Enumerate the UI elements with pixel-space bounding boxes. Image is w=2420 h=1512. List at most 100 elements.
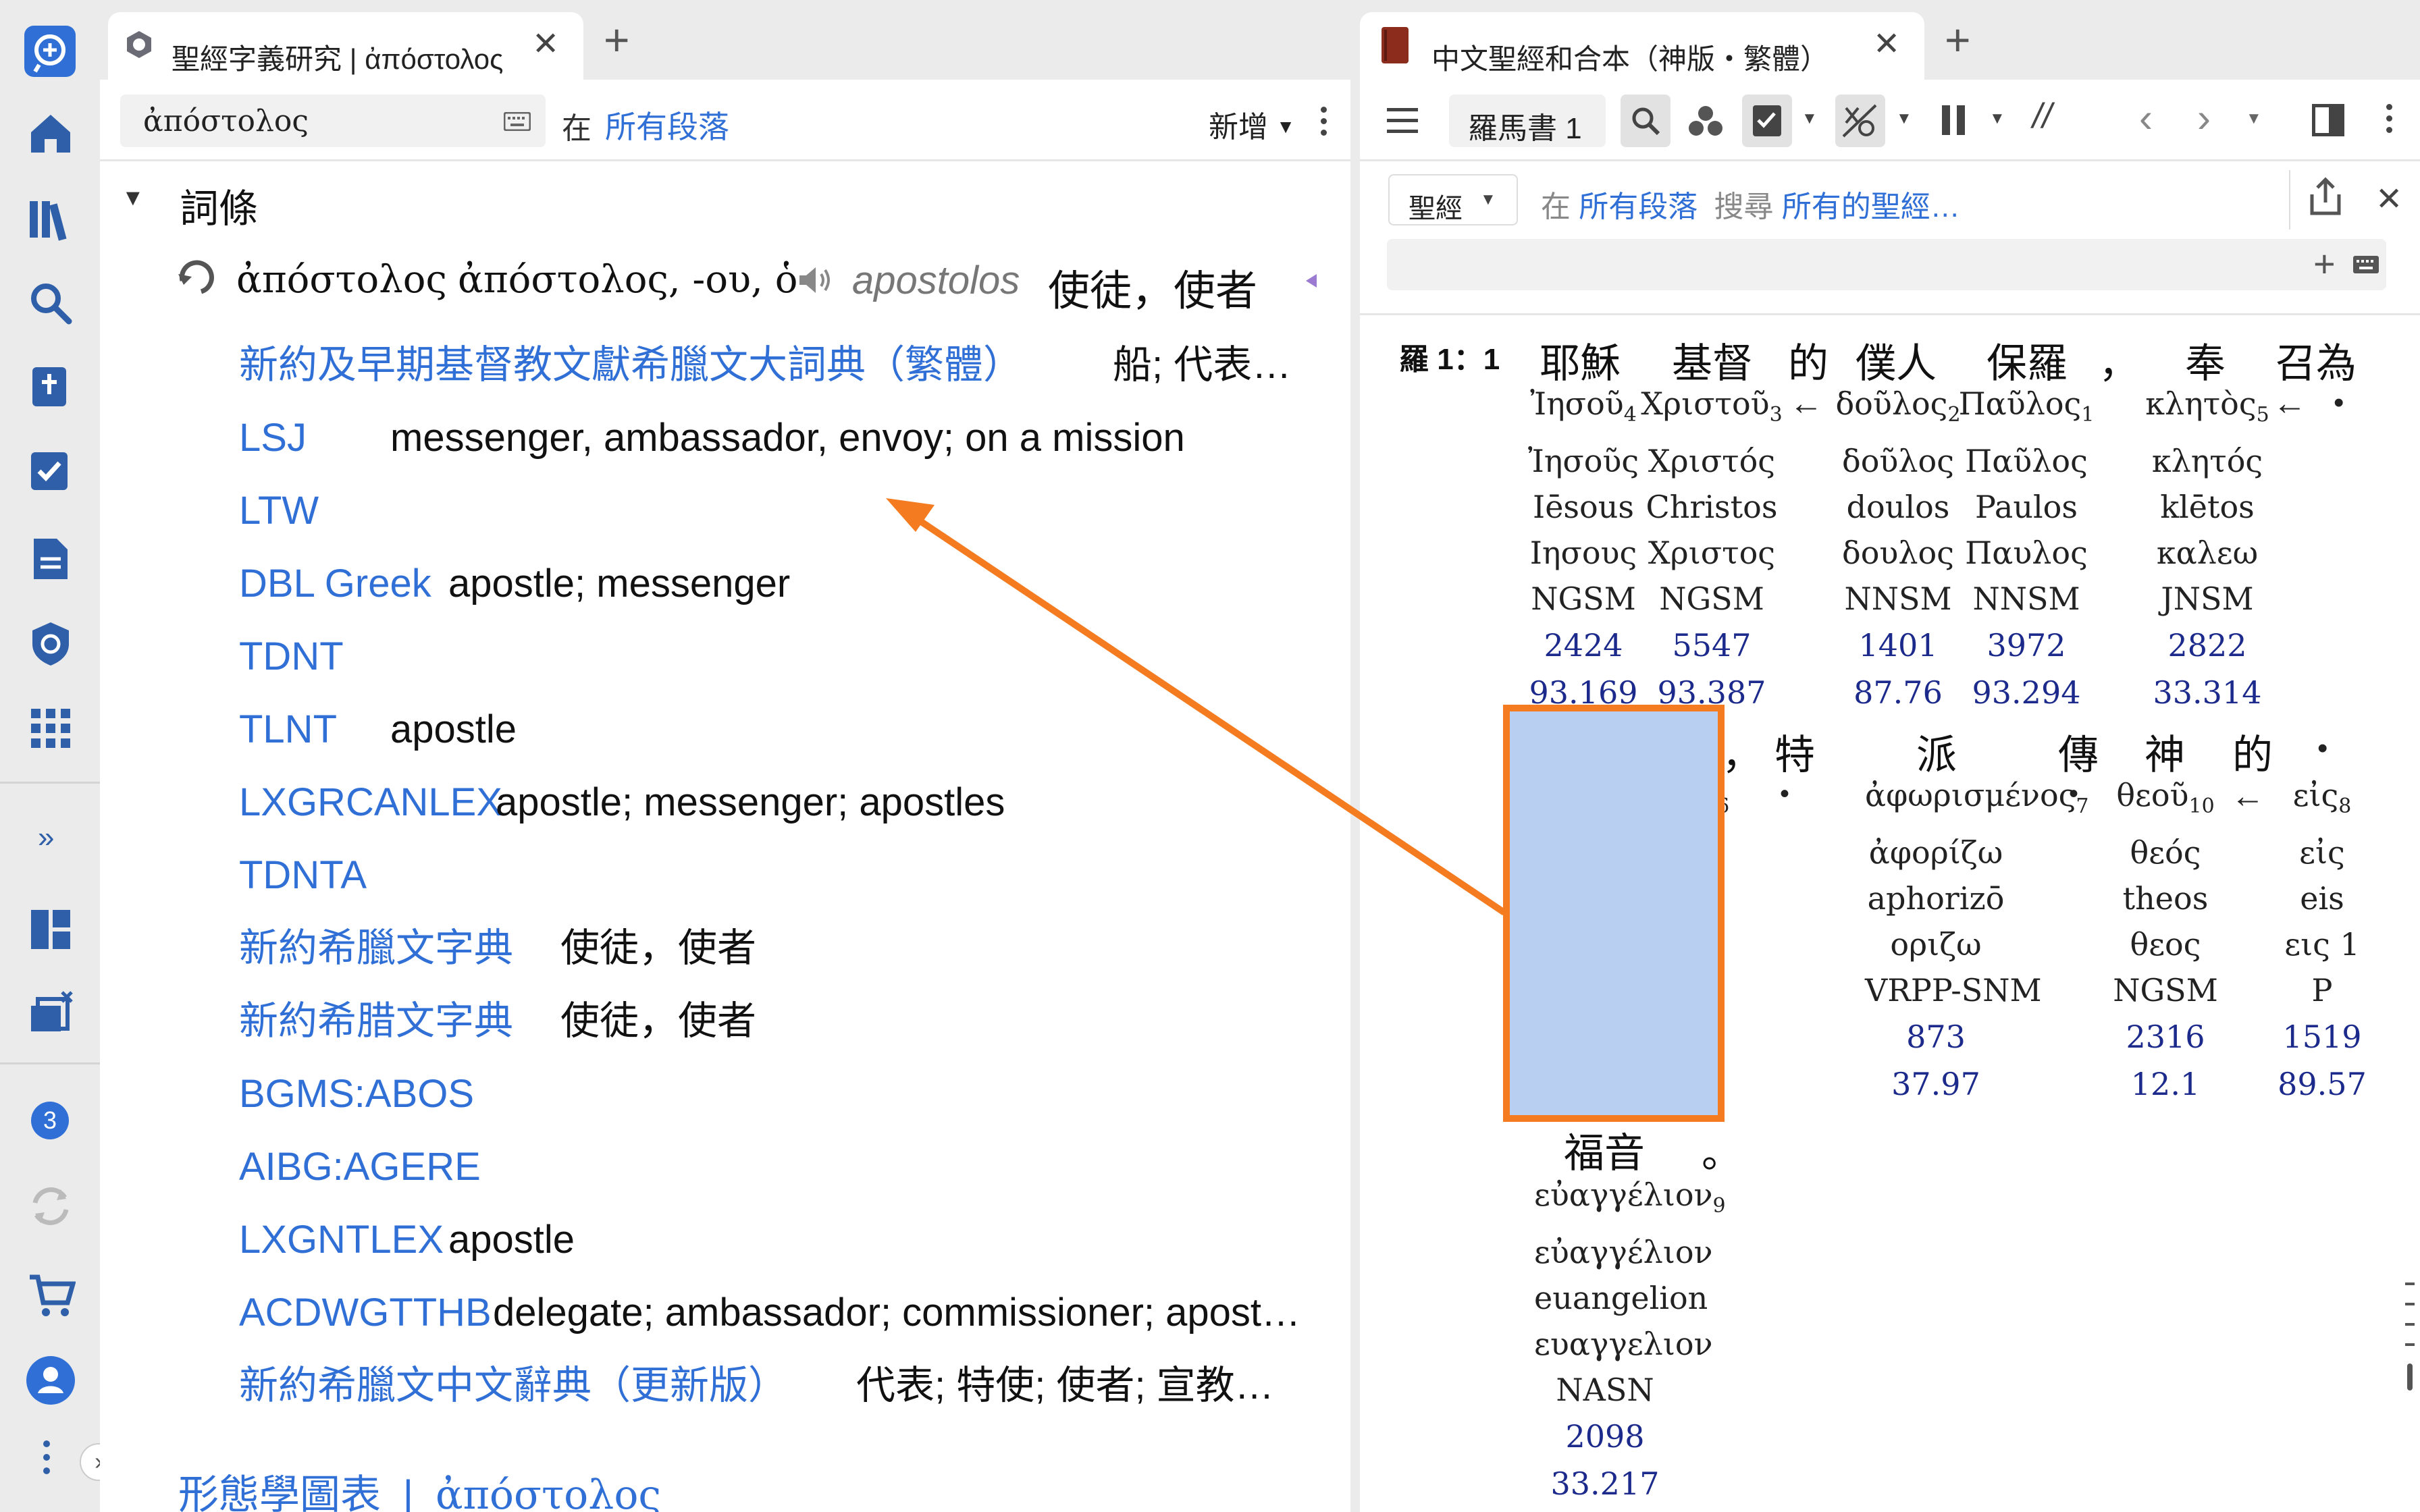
dictionary-source-link[interactable]: TDNT: [239, 637, 344, 676]
louw-nida-number[interactable]: 93.294: [1955, 669, 2097, 716]
chinese-word[interactable]: 神: [2145, 722, 2185, 781]
keyboard-icon[interactable]: [504, 112, 531, 131]
chevron-down-icon[interactable]: ▼: [2246, 109, 2262, 128]
library-icon[interactable]: [27, 196, 74, 243]
dictionary-source-link[interactable]: TLNT: [239, 710, 337, 749]
keyboard-icon[interactable]: [2352, 255, 2379, 274]
checklist-icon[interactable]: [28, 450, 73, 494]
lemma-cycle-icon[interactable]: [176, 256, 217, 298]
strong-number[interactable]: 2316: [2095, 1013, 2236, 1060]
close-tab-icon[interactable]: ✕: [532, 28, 559, 61]
home-icon[interactable]: [27, 109, 74, 157]
dictionary-source-link[interactable]: LTW: [239, 491, 319, 531]
dictionary-source-link[interactable]: DBL Greek: [239, 564, 431, 603]
shield-icon[interactable]: [28, 620, 73, 667]
dictionary-source-link[interactable]: TDNTA: [239, 856, 367, 895]
new-tab-button[interactable]: +: [604, 18, 630, 62]
lemma[interactable]: ἀπόστολος: [236, 258, 447, 302]
bibles-link[interactable]: 所有的聖經…: [1782, 190, 1960, 223]
strong-number[interactable]: 1519: [2251, 1013, 2393, 1060]
chinese-word[interactable]: 派: [1916, 722, 1957, 781]
highlighter-icon[interactable]: [1282, 270, 1322, 292]
dictionary-source-link[interactable]: LXGNTLEX: [239, 1220, 444, 1260]
tab-bible[interactable]: 中文聖經和合本（神版・繁體） ✕: [1360, 12, 1924, 80]
interlinear-word[interactable]: θεοῦ10 θεός theos θεος NGSM 2316 12.1: [2095, 772, 2236, 1108]
more-vertical-icon[interactable]: [43, 1440, 51, 1480]
notification-badge[interactable]: 3: [31, 1102, 69, 1139]
scope-link[interactable]: 所有段落: [605, 103, 729, 147]
apps-grid-icon[interactable]: [30, 707, 72, 749]
dictionary-source-link[interactable]: 新約及早期基督教文獻希臘文大詞典（繁體）: [239, 346, 1022, 385]
morph-lemma-link[interactable]: ἀπόστολος: [436, 1472, 661, 1512]
collapse-triangle-icon[interactable]: ▼: [122, 185, 144, 211]
dictionary-source-link[interactable]: AIBG:AGERE: [239, 1148, 481, 1187]
search-type-select[interactable]: 聖經 ▼: [1388, 174, 1518, 225]
interlinear-word[interactable]: εἰς8 εἰς eis εις 1 P 1519 89.57: [2251, 772, 2393, 1108]
interlinear-word[interactable]: Παῦλος1 Παῦλος Paulos Παυλος NNSM 3972 93.294: [1955, 381, 2097, 716]
search-input[interactable]: ἀπόστολος: [120, 94, 546, 147]
close-search-icon[interactable]: ✕: [2375, 184, 2402, 216]
account-icon[interactable]: [26, 1355, 76, 1405]
speaker-icon[interactable]: [797, 265, 835, 296]
dictionary-source-link[interactable]: 新約希腊文字典: [239, 1002, 513, 1041]
louw-nida-number[interactable]: 33.217: [1534, 1460, 1676, 1507]
chinese-word[interactable]: 召為: [2276, 331, 2357, 389]
strong-number[interactable]: 5547: [1641, 622, 1783, 669]
visual-filters-icon[interactable]: [1688, 104, 1723, 139]
bible-add-icon[interactable]: [30, 364, 72, 413]
chinese-word[interactable]: 的: [1788, 331, 1829, 389]
bible-search-input[interactable]: +: [1387, 239, 2386, 290]
dictionary-source-link[interactable]: 新約希臘文字典: [239, 929, 513, 968]
chinese-word[interactable]: 特: [1774, 722, 1815, 781]
louw-nida-number[interactable]: 37.97: [1865, 1060, 2007, 1108]
document-icon[interactable]: [31, 536, 70, 582]
new-tab-button[interactable]: +: [1945, 18, 1971, 62]
chinese-word[interactable]: ，: [1722, 722, 1762, 781]
more-vertical-icon[interactable]: [1321, 107, 1327, 136]
search-icon[interactable]: [27, 279, 74, 327]
chevron-down-icon[interactable]: ▼: [1801, 109, 1818, 128]
dictionary-source-link[interactable]: 新約希臘文中文辭典（更新版）: [239, 1366, 787, 1405]
strong-number[interactable]: 1401: [1827, 622, 1969, 669]
chevron-down-icon[interactable]: ▼: [1896, 109, 1912, 128]
strong-number[interactable]: 2098: [1534, 1413, 1676, 1460]
strong-number[interactable]: 2424: [1512, 622, 1654, 669]
morph-chart-link[interactable]: 形態學圖表: [178, 1472, 381, 1512]
sync-icon[interactable]: [27, 1183, 74, 1230]
search-button-bg[interactable]: [1621, 94, 1671, 147]
interlinear-word[interactable]: εὐαγγέλιον9 εὐαγγέλιον euangelion ευαγγελιο…: [1534, 1172, 1726, 1507]
louw-nida-number[interactable]: 87.76: [1827, 669, 1969, 716]
dictionary-source-link[interactable]: ACDWGTTHB: [239, 1293, 492, 1332]
expand-sidebar-icon[interactable]: »: [38, 821, 54, 855]
chinese-word[interactable]: 傳: [2058, 722, 2099, 781]
dictionary-source-link[interactable]: LSJ: [239, 418, 307, 458]
strong-number[interactable]: 873: [1865, 1013, 2007, 1060]
louw-nida-number[interactable]: 33.314: [2136, 669, 2278, 716]
add-term-icon[interactable]: +: [2313, 242, 2336, 286]
reference-box[interactable]: 羅馬書 1: [1449, 94, 1606, 147]
cart-icon[interactable]: [27, 1272, 76, 1319]
close-panels-icon[interactable]: [28, 990, 74, 1034]
strong-number[interactable]: 3972: [1955, 622, 2097, 669]
scope-link[interactable]: 所有段落: [1579, 190, 1698, 223]
interlinear-word[interactable]: Χριστοῦ3 Χριστός Christos Χριστος NGSM 5547 93…: [1641, 381, 1783, 716]
panel-menu-icon[interactable]: [1387, 108, 1418, 133]
interlinear-word[interactable]: Ἰησοῦ4 Ἰησοῦς Iēsous Ιησους NGSM 2424 93.169: [1512, 381, 1654, 716]
chinese-word[interactable]: ，: [2099, 331, 2139, 389]
interlinear-word[interactable]: δοῦλος2 δοῦλος doulos δουλος NNSM 1401 87.76: [1827, 381, 1969, 716]
interlinear-word[interactable]: κλητὸς5 κλητός klētos καλεω JNSM 2822 33.314: [2136, 381, 2278, 716]
tab-word-study[interactable]: 聖經字義研究 | ἀπόστολος ✕: [108, 12, 583, 80]
chinese-word[interactable]: 的: [2232, 722, 2273, 781]
chevron-down-icon[interactable]: ▼: [1989, 109, 2005, 128]
interlinear-word[interactable]: ἀφωρισμένος7 ἀφορίζω aphorizō οριζω VRPP-SNM…: [1865, 772, 2089, 1108]
strong-number[interactable]: 2822: [2136, 622, 2278, 669]
back-arrow-icon[interactable]: ‹: [2139, 94, 2153, 141]
chinese-word[interactable]: 福音: [1564, 1120, 1645, 1179]
logos-logo-icon[interactable]: [23, 24, 77, 78]
sync-link-icon[interactable]: //: [2032, 96, 2052, 136]
interlinear-button-bg[interactable]: [1835, 94, 1885, 147]
scrollbar[interactable]: [2405, 1282, 2415, 1397]
inline-button-bg[interactable]: [1742, 94, 1792, 147]
more-vertical-icon[interactable]: [2386, 104, 2393, 133]
close-tab-icon[interactable]: ✕: [1873, 28, 1900, 61]
